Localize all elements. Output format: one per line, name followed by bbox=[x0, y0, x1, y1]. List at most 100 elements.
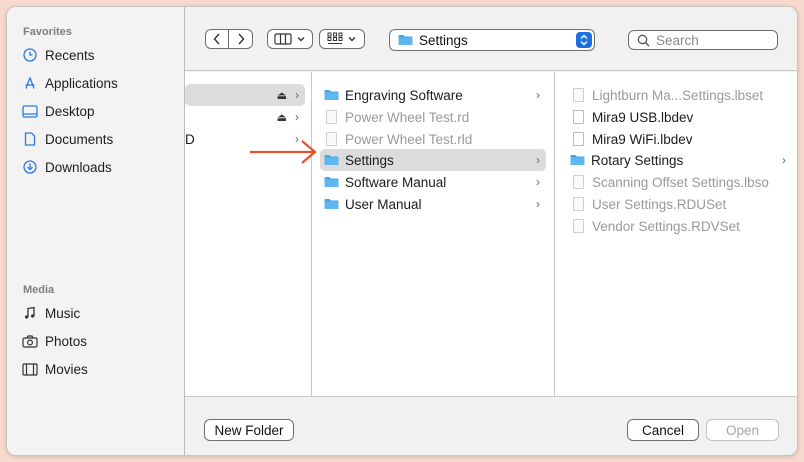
document-icon bbox=[19, 132, 41, 146]
item-label: Mira9 WiFi.lbdev bbox=[592, 131, 693, 147]
list-item[interactable]: Vendor Settings.RDVSet bbox=[571, 215, 793, 237]
back-forward-control bbox=[205, 29, 253, 49]
sidebar-item-recents[interactable]: Recents bbox=[19, 44, 179, 66]
sidebar-item-label: Desktop bbox=[45, 103, 95, 119]
open-file-dialog: Favorites Recents Applications Desktop D… bbox=[6, 6, 798, 456]
document-icon bbox=[573, 175, 584, 189]
column-3: Lightburn Ma...Settings.lbset Mira9 USB.… bbox=[555, 72, 797, 396]
item-label: Software Manual bbox=[345, 174, 447, 190]
forward-button[interactable] bbox=[229, 30, 252, 48]
list-item[interactable]: User Settings.RDUSet bbox=[571, 193, 793, 215]
item-label: D bbox=[185, 131, 195, 147]
sidebar-item-label: Documents bbox=[45, 131, 114, 147]
sidebar: Favorites Recents Applications Desktop D… bbox=[7, 7, 185, 455]
list-item-selected[interactable]: Settings › bbox=[320, 149, 546, 171]
dialog-footer: New Folder Cancel Open bbox=[185, 396, 797, 455]
back-button[interactable] bbox=[206, 30, 229, 48]
column-browser: ⏏ › ⏏ › D › Engraving Software › Power W… bbox=[185, 72, 797, 396]
download-icon bbox=[19, 160, 41, 174]
eject-icon[interactable]: ⏏ bbox=[277, 89, 287, 102]
list-item[interactable]: Mira9 WiFi.lbdev bbox=[571, 128, 793, 150]
favorites-section-title: Favorites bbox=[23, 26, 72, 38]
annotation-arrow-icon bbox=[250, 140, 317, 164]
document-icon bbox=[326, 110, 337, 124]
folder-icon bbox=[324, 198, 339, 210]
chevron-right-icon bbox=[237, 33, 244, 45]
list-item[interactable]: ⏏ › bbox=[185, 106, 305, 128]
sidebar-item-label: Downloads bbox=[45, 159, 112, 175]
folder-icon bbox=[324, 154, 339, 166]
sidebar-item-label: Photos bbox=[45, 333, 88, 349]
list-item[interactable]: Power Wheel Test.rld bbox=[324, 128, 546, 150]
chevron-down-icon bbox=[348, 37, 356, 42]
item-label: Rotary Settings bbox=[591, 152, 684, 168]
chevron-right-icon: › bbox=[536, 175, 540, 189]
folder-icon bbox=[570, 154, 585, 166]
folder-icon bbox=[398, 34, 413, 46]
open-button[interactable]: Open bbox=[706, 419, 779, 441]
document-icon bbox=[326, 132, 337, 146]
search-field[interactable]: Search bbox=[628, 30, 778, 50]
list-item[interactable]: Scanning Offset Settings.lbso bbox=[571, 171, 793, 193]
group-button[interactable] bbox=[319, 29, 365, 49]
folder-icon bbox=[324, 89, 339, 101]
document-icon bbox=[573, 88, 584, 102]
applications-icon bbox=[19, 76, 41, 90]
column-view-icon bbox=[274, 33, 292, 45]
column-2: Engraving Software › Power Wheel Test.rd… bbox=[312, 72, 555, 396]
sidebar-item-label: Music bbox=[45, 305, 81, 321]
list-item[interactable]: Engraving Software › bbox=[324, 84, 546, 106]
chevron-right-icon: › bbox=[295, 110, 299, 124]
sidebar-item-label: Movies bbox=[45, 361, 88, 377]
sidebar-item-downloads[interactable]: Downloads bbox=[19, 156, 179, 178]
list-item[interactable]: ⏏ › bbox=[185, 84, 305, 106]
list-item[interactable]: Lightburn Ma...Settings.lbset bbox=[571, 84, 793, 106]
item-label: Mira9 USB.lbdev bbox=[592, 109, 694, 125]
search-placeholder: Search bbox=[656, 32, 699, 48]
search-icon bbox=[637, 34, 650, 46]
list-item[interactable]: Power Wheel Test.rd bbox=[324, 106, 546, 128]
item-label: User Manual bbox=[345, 196, 422, 212]
folder-icon bbox=[324, 176, 339, 188]
sidebar-item-music[interactable]: Music bbox=[19, 302, 179, 324]
item-label: Engraving Software bbox=[345, 87, 463, 103]
chevron-left-icon bbox=[213, 33, 220, 45]
new-folder-button[interactable]: New Folder bbox=[204, 419, 294, 441]
clock-icon bbox=[19, 48, 41, 62]
chevron-down-icon bbox=[297, 37, 305, 42]
list-item[interactable]: Mira9 USB.lbdev bbox=[571, 106, 793, 128]
sidebar-item-movies[interactable]: Movies bbox=[19, 358, 179, 380]
document-icon bbox=[573, 197, 584, 211]
sidebar-item-applications[interactable]: Applications bbox=[19, 72, 179, 94]
list-item[interactable]: User Manual › bbox=[324, 193, 546, 215]
film-icon bbox=[19, 362, 41, 376]
list-item[interactable]: Rotary Settings › bbox=[570, 149, 792, 171]
item-label: Power Wheel Test.rd bbox=[345, 109, 470, 125]
chevron-right-icon: › bbox=[536, 153, 540, 167]
item-label: User Settings.RDUSet bbox=[592, 196, 727, 212]
eject-icon[interactable]: ⏏ bbox=[277, 111, 287, 124]
sidebar-item-documents[interactable]: Documents bbox=[19, 128, 179, 150]
sidebar-item-label: Recents bbox=[45, 47, 95, 63]
sidebar-item-photos[interactable]: Photos bbox=[19, 330, 179, 352]
desktop-icon bbox=[19, 104, 41, 118]
document-icon bbox=[573, 219, 584, 233]
media-section-title: Media bbox=[23, 284, 55, 296]
sidebar-item-desktop[interactable]: Desktop bbox=[19, 100, 179, 122]
cancel-button[interactable]: Cancel bbox=[627, 419, 699, 441]
column-1: ⏏ › ⏏ › D › bbox=[185, 72, 312, 396]
camera-icon bbox=[19, 334, 41, 348]
toolbar: Settings Search bbox=[185, 7, 797, 71]
popup-stepper-icon bbox=[576, 32, 592, 48]
list-item[interactable]: Software Manual › bbox=[324, 171, 546, 193]
item-label: Lightburn Ma...Settings.lbset bbox=[592, 87, 764, 103]
chevron-right-icon: › bbox=[782, 153, 786, 167]
item-label: Settings bbox=[345, 152, 394, 168]
view-mode-button[interactable] bbox=[267, 29, 313, 49]
music-note-icon bbox=[19, 306, 41, 320]
location-popup[interactable]: Settings bbox=[389, 29, 595, 51]
document-icon bbox=[573, 132, 584, 146]
item-label: Scanning Offset Settings.lbso bbox=[592, 174, 769, 190]
document-icon bbox=[573, 110, 584, 124]
chevron-right-icon: › bbox=[536, 88, 540, 102]
